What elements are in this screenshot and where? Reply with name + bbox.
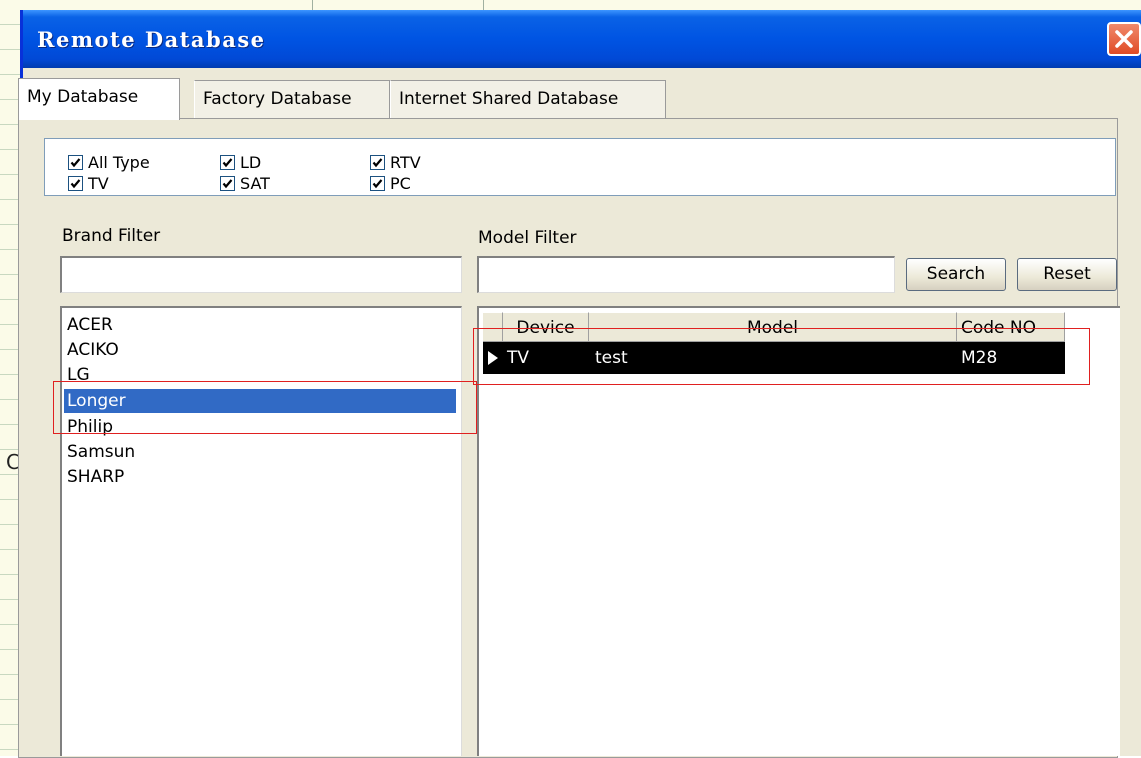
checkbox-pc[interactable]: PC (370, 174, 411, 194)
column-header-device[interactable]: Device (503, 312, 589, 342)
list-item-longer[interactable]: Longer (64, 389, 456, 413)
reset-button[interactable]: Reset (1017, 258, 1117, 291)
checkbox-box[interactable] (220, 155, 235, 170)
column-header-model[interactable]: Model (589, 312, 957, 342)
cell-model: test (595, 348, 628, 368)
checkbox-label: SAT (240, 174, 270, 193)
grid-row-header-corner (483, 312, 503, 342)
list-item-samsun[interactable]: Samsun (67, 440, 135, 464)
cell-code: M28 (961, 348, 998, 368)
checkmark-icon (372, 179, 383, 189)
checkbox-box[interactable] (370, 176, 385, 191)
checkbox-label: PC (390, 174, 411, 193)
brand-filter-input[interactable] (60, 256, 462, 293)
list-item-philip[interactable]: Philip (67, 415, 113, 439)
brand-filter-label: Brand Filter (62, 226, 161, 246)
checkbox-rtv[interactable]: RTV (370, 153, 421, 173)
checkbox-box[interactable] (220, 176, 235, 191)
checkbox-all-type[interactable]: All Type (68, 153, 150, 173)
model-grid[interactable]: Device Model Code NO TV test M28 (477, 306, 1120, 756)
checkmark-icon (222, 179, 233, 189)
checkbox-box[interactable] (370, 155, 385, 170)
checkmark-icon (70, 158, 81, 168)
checkmark-icon (372, 158, 383, 168)
row-pointer-icon (488, 351, 498, 365)
list-item-sharp[interactable]: SHARP (67, 465, 124, 489)
list-item-aciko[interactable]: ACIKO (67, 338, 119, 362)
tab-internet-shared-database[interactable]: Internet Shared Database (390, 80, 666, 118)
close-icon (1115, 30, 1133, 48)
cell-device: TV (507, 348, 530, 368)
checkmark-icon (222, 158, 233, 168)
checkbox-label: LD (240, 153, 262, 172)
model-filter-label: Model Filter (478, 228, 577, 248)
dialog-title: Remote Database (37, 27, 266, 52)
list-item-acer[interactable]: ACER (67, 313, 113, 337)
checkbox-ld[interactable]: LD (220, 153, 261, 173)
list-item-lg[interactable]: LG (67, 363, 90, 387)
column-header-code-no[interactable]: Code NO (957, 312, 1065, 342)
type-filter-group (44, 138, 1116, 196)
search-button[interactable]: Search (906, 258, 1006, 291)
close-button[interactable] (1107, 22, 1141, 56)
checkmark-icon (70, 179, 81, 189)
checkbox-sat[interactable]: SAT (220, 174, 270, 194)
checkbox-label: All Type (88, 153, 150, 172)
title-bar[interactable]: Remote Database (23, 10, 1141, 68)
tab-my-database[interactable]: My Database (18, 78, 180, 120)
spreadsheet-column-divider (483, 0, 484, 10)
checkbox-label: RTV (390, 153, 421, 172)
model-filter-input[interactable] (477, 256, 895, 293)
tab-factory-database[interactable]: Factory Database (194, 80, 390, 118)
brand-list[interactable]: ACER ACIKO LG Longer Philip Samsun SHARP (60, 306, 462, 756)
checkbox-label: TV (88, 174, 109, 193)
checkbox-tv[interactable]: TV (68, 174, 109, 194)
checkbox-box[interactable] (68, 176, 83, 191)
table-row[interactable]: TV test M28 (483, 342, 1065, 374)
spreadsheet-column-divider (312, 0, 313, 10)
checkbox-box[interactable] (68, 155, 83, 170)
